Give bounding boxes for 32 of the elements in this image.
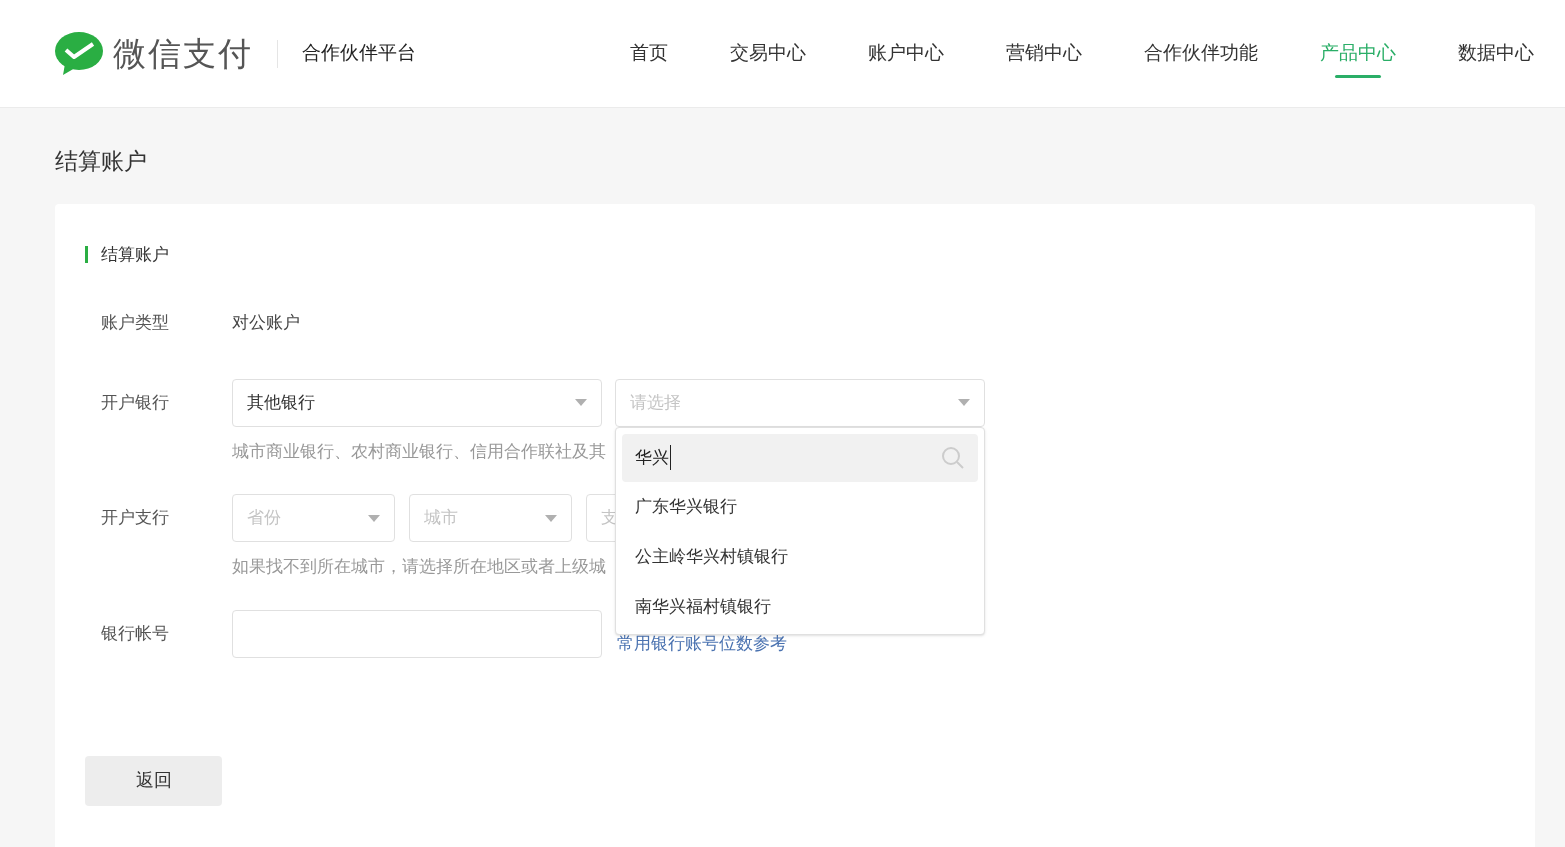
reference-link[interactable]: 常用银行账号位数参考 <box>617 633 787 654</box>
back-button[interactable]: 返回 <box>85 755 222 806</box>
active-indicator <box>1335 74 1381 78</box>
field-label: 银行帐号 <box>101 622 170 645</box>
hint-text: 如果找不到所在城市，请选择所在地区或者上级城 <box>232 556 606 578</box>
input-field[interactable] <box>232 609 602 658</box>
select-field[interactable]: 其他银行 <box>232 378 602 427</box>
hint-text: 城市商业银行、农村商业银行、信用合作联社及其 <box>232 440 606 463</box>
brand-name: 微信支付 <box>113 33 253 74</box>
section-title: 结算账户 <box>101 244 169 266</box>
dropdown-option[interactable]: 广东华兴银行 <box>622 481 978 532</box>
page-title: 结算账户 <box>55 147 148 176</box>
field-label: 账户类型 <box>101 311 170 334</box>
field-label: 开户支行 <box>101 507 170 529</box>
nav-tab[interactable]: 合作伙伴功能 <box>1144 0 1258 108</box>
nav-tab[interactable]: 数据中心 <box>1458 0 1534 108</box>
logo-icon <box>55 31 103 76</box>
nav-tab[interactable]: 账户中心 <box>868 0 944 108</box>
nav-tab[interactable]: 首页 <box>630 0 668 108</box>
field-label: 开户银行 <box>101 391 170 414</box>
caret-icon <box>958 399 970 406</box>
caret-icon <box>545 514 557 522</box>
platform-name: 合作伙伴平台 <box>302 41 416 66</box>
dropdown-option[interactable]: 南华兴福村镇银行 <box>622 581 978 632</box>
nav-tab[interactable]: 交易中心 <box>730 0 806 108</box>
caret-icon <box>368 514 380 522</box>
nav-tab[interactable]: 营销中心 <box>1006 0 1082 108</box>
caret-icon <box>575 399 587 406</box>
search-icon <box>941 445 965 470</box>
dropdown-option[interactable]: 公主岭华兴村镇银行 <box>622 531 978 582</box>
field-value: 对公账户 <box>232 311 300 334</box>
search-field[interactable]: 华兴 <box>622 433 978 482</box>
